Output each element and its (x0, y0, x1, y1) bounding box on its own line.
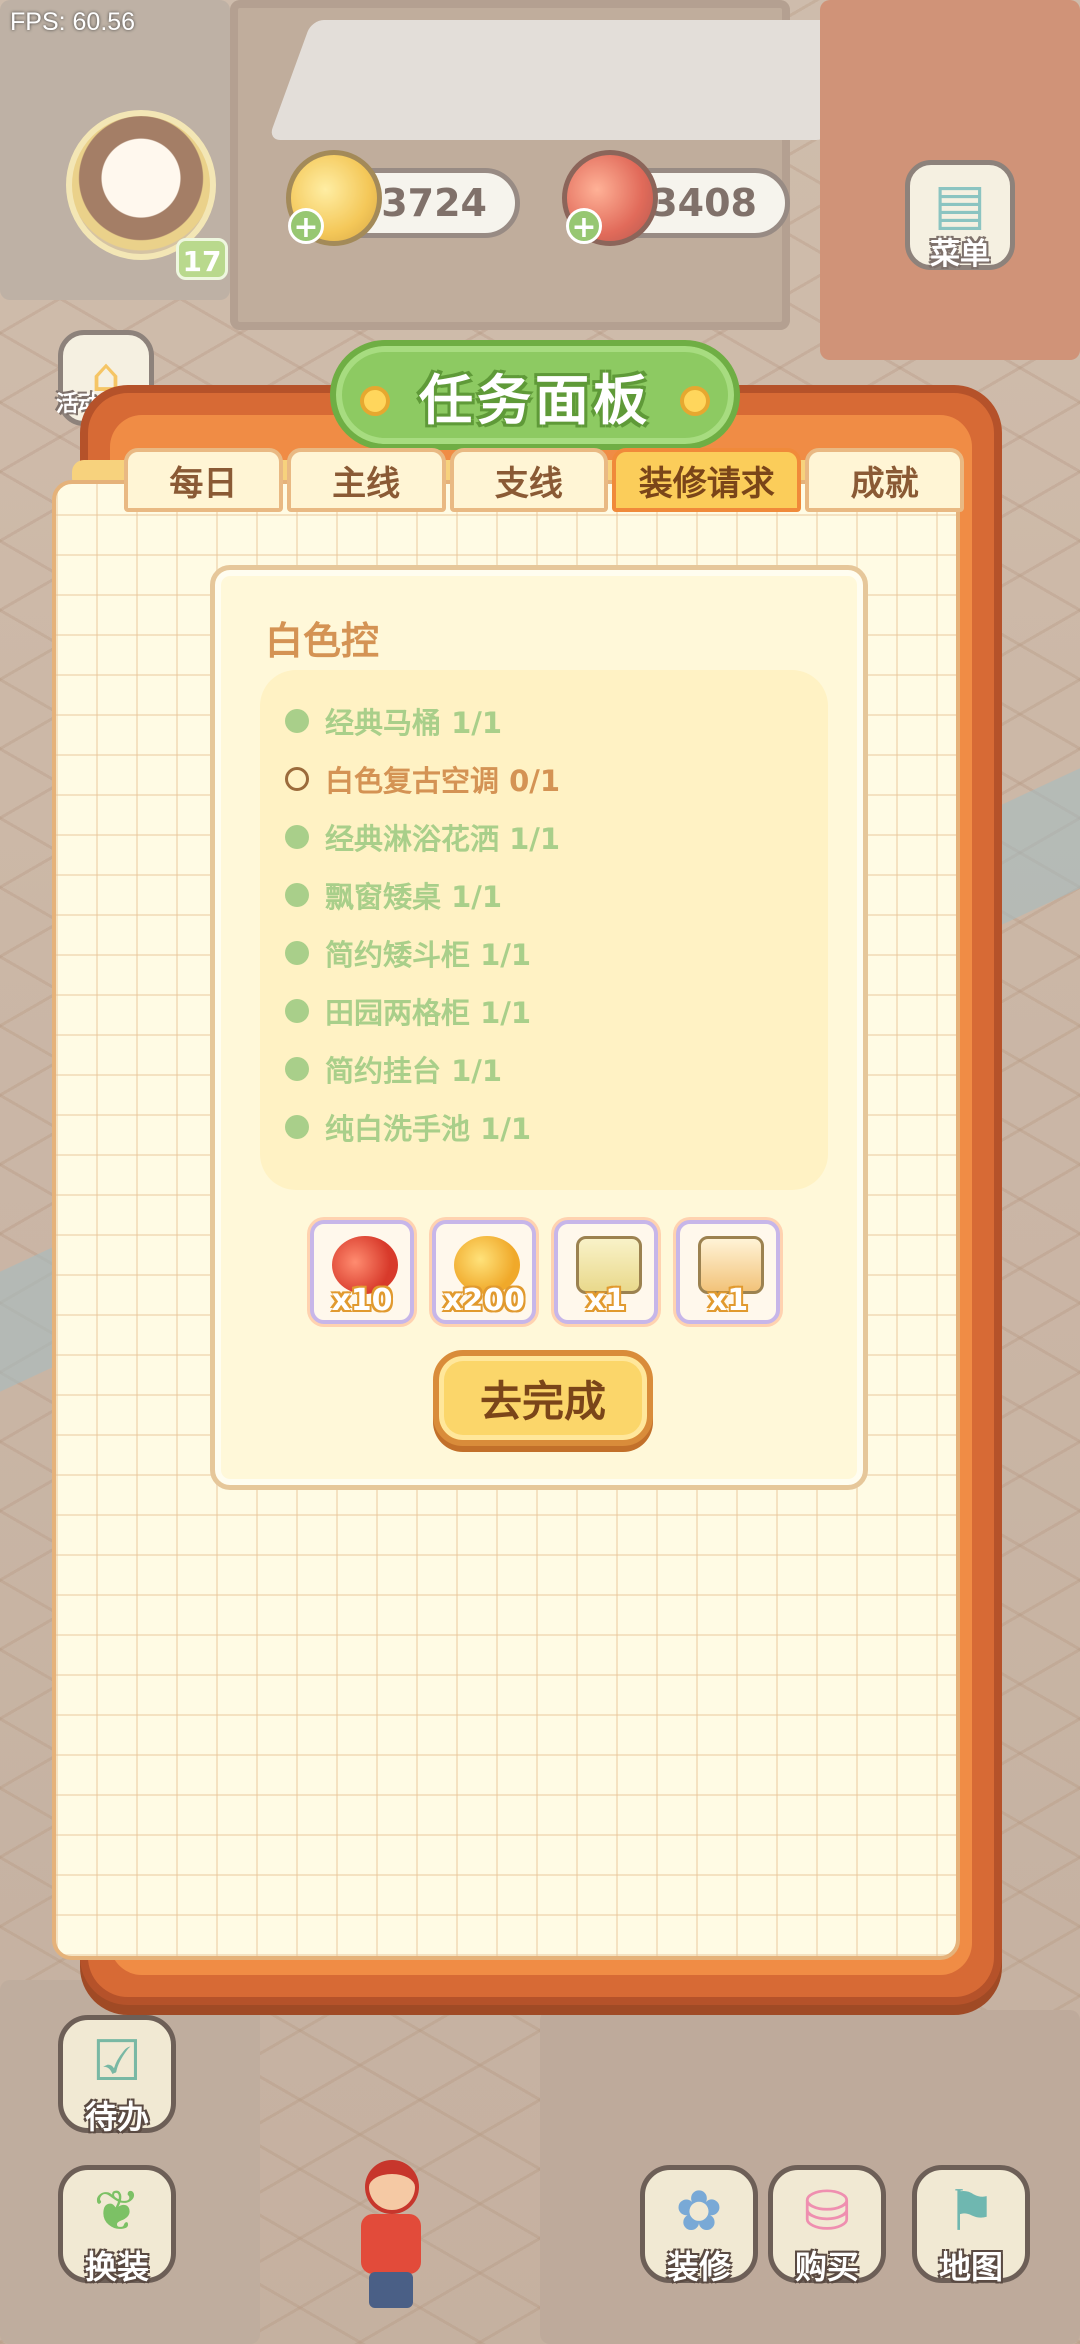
panel-title: 任务面板 (419, 368, 651, 432)
requirement-text: 经典淋浴花洒 1/1 (325, 822, 561, 856)
done-dot-icon (285, 1115, 309, 1139)
requirement-text: 飘窗矮桌 1/1 (325, 880, 503, 914)
done-dot-icon (285, 709, 309, 733)
decorate-button[interactable]: ✿ 装修 (640, 2165, 758, 2286)
tab-decoration-request[interactable]: 装修请求 (612, 448, 802, 512)
reward-quantity: x1 (707, 1283, 749, 1318)
tab-achievement[interactable]: 成就 (805, 448, 964, 512)
requirement-item: 经典马桶 1/1 (285, 692, 560, 750)
requirement-item: 简约矮斗柜 1/1 (285, 924, 560, 982)
map-icon: ⚑ (945, 2179, 997, 2244)
requirement-text: 简约挂台 1/1 (325, 1054, 503, 1088)
go-complete-button[interactable]: 去完成 (433, 1350, 653, 1446)
map-label: 地图 (938, 2248, 1003, 2286)
reward-slot[interactable]: x200 (432, 1220, 536, 1324)
todo-label: 待办 (84, 2098, 149, 2136)
pending-circle-icon (285, 767, 309, 791)
requirement-text: 简约矮斗柜 1/1 (325, 938, 532, 972)
task-card: 白色控 经典马桶 1/1 白色复古空调 0/1 经典淋浴花洒 1/1 飘窗矮桌 … (210, 565, 868, 1490)
dress-button[interactable]: ❦ 换装 (58, 2165, 176, 2286)
title-left-dot (360, 386, 390, 416)
reward-slot[interactable]: x1 (676, 1220, 780, 1324)
requirement-item: 白色复古空调 0/1 (285, 750, 560, 808)
requirement-item: 纯白洗手池 1/1 (285, 1098, 560, 1156)
reward-quantity: x200 (443, 1283, 525, 1318)
dress-label: 换装 (84, 2248, 149, 2286)
done-dot-icon (285, 999, 309, 1023)
reward-slot[interactable]: x1 (554, 1220, 658, 1324)
buy-label: 购买 (794, 2248, 859, 2286)
decorate-label: 装修 (666, 2248, 731, 2286)
task-tabs: 每日 主线 支线 装修请求 成就 (124, 448, 964, 516)
reward-list: x10 x200 x1 x1 (310, 1220, 780, 1324)
tab-daily[interactable]: 每日 (124, 448, 283, 512)
reward-slot[interactable]: x10 (310, 1220, 414, 1324)
requirement-item: 田园两格柜 1/1 (285, 982, 560, 1040)
buy-button[interactable]: ⛁ 购买 (768, 2165, 886, 2286)
panel-title-badge: 任务面板 (330, 340, 740, 450)
requirement-item: 飘窗矮桌 1/1 (285, 866, 560, 924)
requirement-text: 纯白洗手池 1/1 (325, 1112, 532, 1146)
requirement-item: 经典淋浴花洒 1/1 (285, 808, 560, 866)
requirements-list: 经典马桶 1/1 白色复古空调 0/1 经典淋浴花洒 1/1 飘窗矮桌 1/1 … (285, 692, 560, 1156)
tab-main[interactable]: 主线 (286, 448, 446, 512)
title-right-dot (680, 386, 710, 416)
task-title: 白色控 (265, 619, 380, 663)
done-dot-icon (285, 825, 309, 849)
requirement-text: 经典马桶 1/1 (325, 706, 503, 740)
requirement-item: 简约挂台 1/1 (285, 1040, 560, 1098)
reward-quantity: x1 (585, 1283, 627, 1318)
sprout-icon: ❦ (93, 2179, 141, 2244)
player-character[interactable] (355, 2160, 425, 2310)
clipboard-icon: ☑ (91, 2029, 143, 2094)
shopping-bag-icon: ⛁ (803, 2179, 851, 2244)
map-button[interactable]: ⚑ 地图 (912, 2165, 1030, 2286)
done-dot-icon (285, 941, 309, 965)
done-dot-icon (285, 883, 309, 907)
requirement-text: 白色复古空调 0/1 (325, 764, 561, 798)
requirement-text: 田园两格柜 1/1 (325, 996, 532, 1030)
todo-button[interactable]: ☑ 待办 (58, 2015, 176, 2136)
done-dot-icon (285, 1057, 309, 1081)
reward-quantity: x10 (331, 1283, 393, 1318)
bird-icon: ✿ (675, 2179, 723, 2244)
requirements-box: 经典马桶 1/1 白色复古空调 0/1 经典淋浴花洒 1/1 飘窗矮桌 1/1 … (260, 670, 828, 1190)
tab-side[interactable]: 支线 (449, 448, 609, 512)
